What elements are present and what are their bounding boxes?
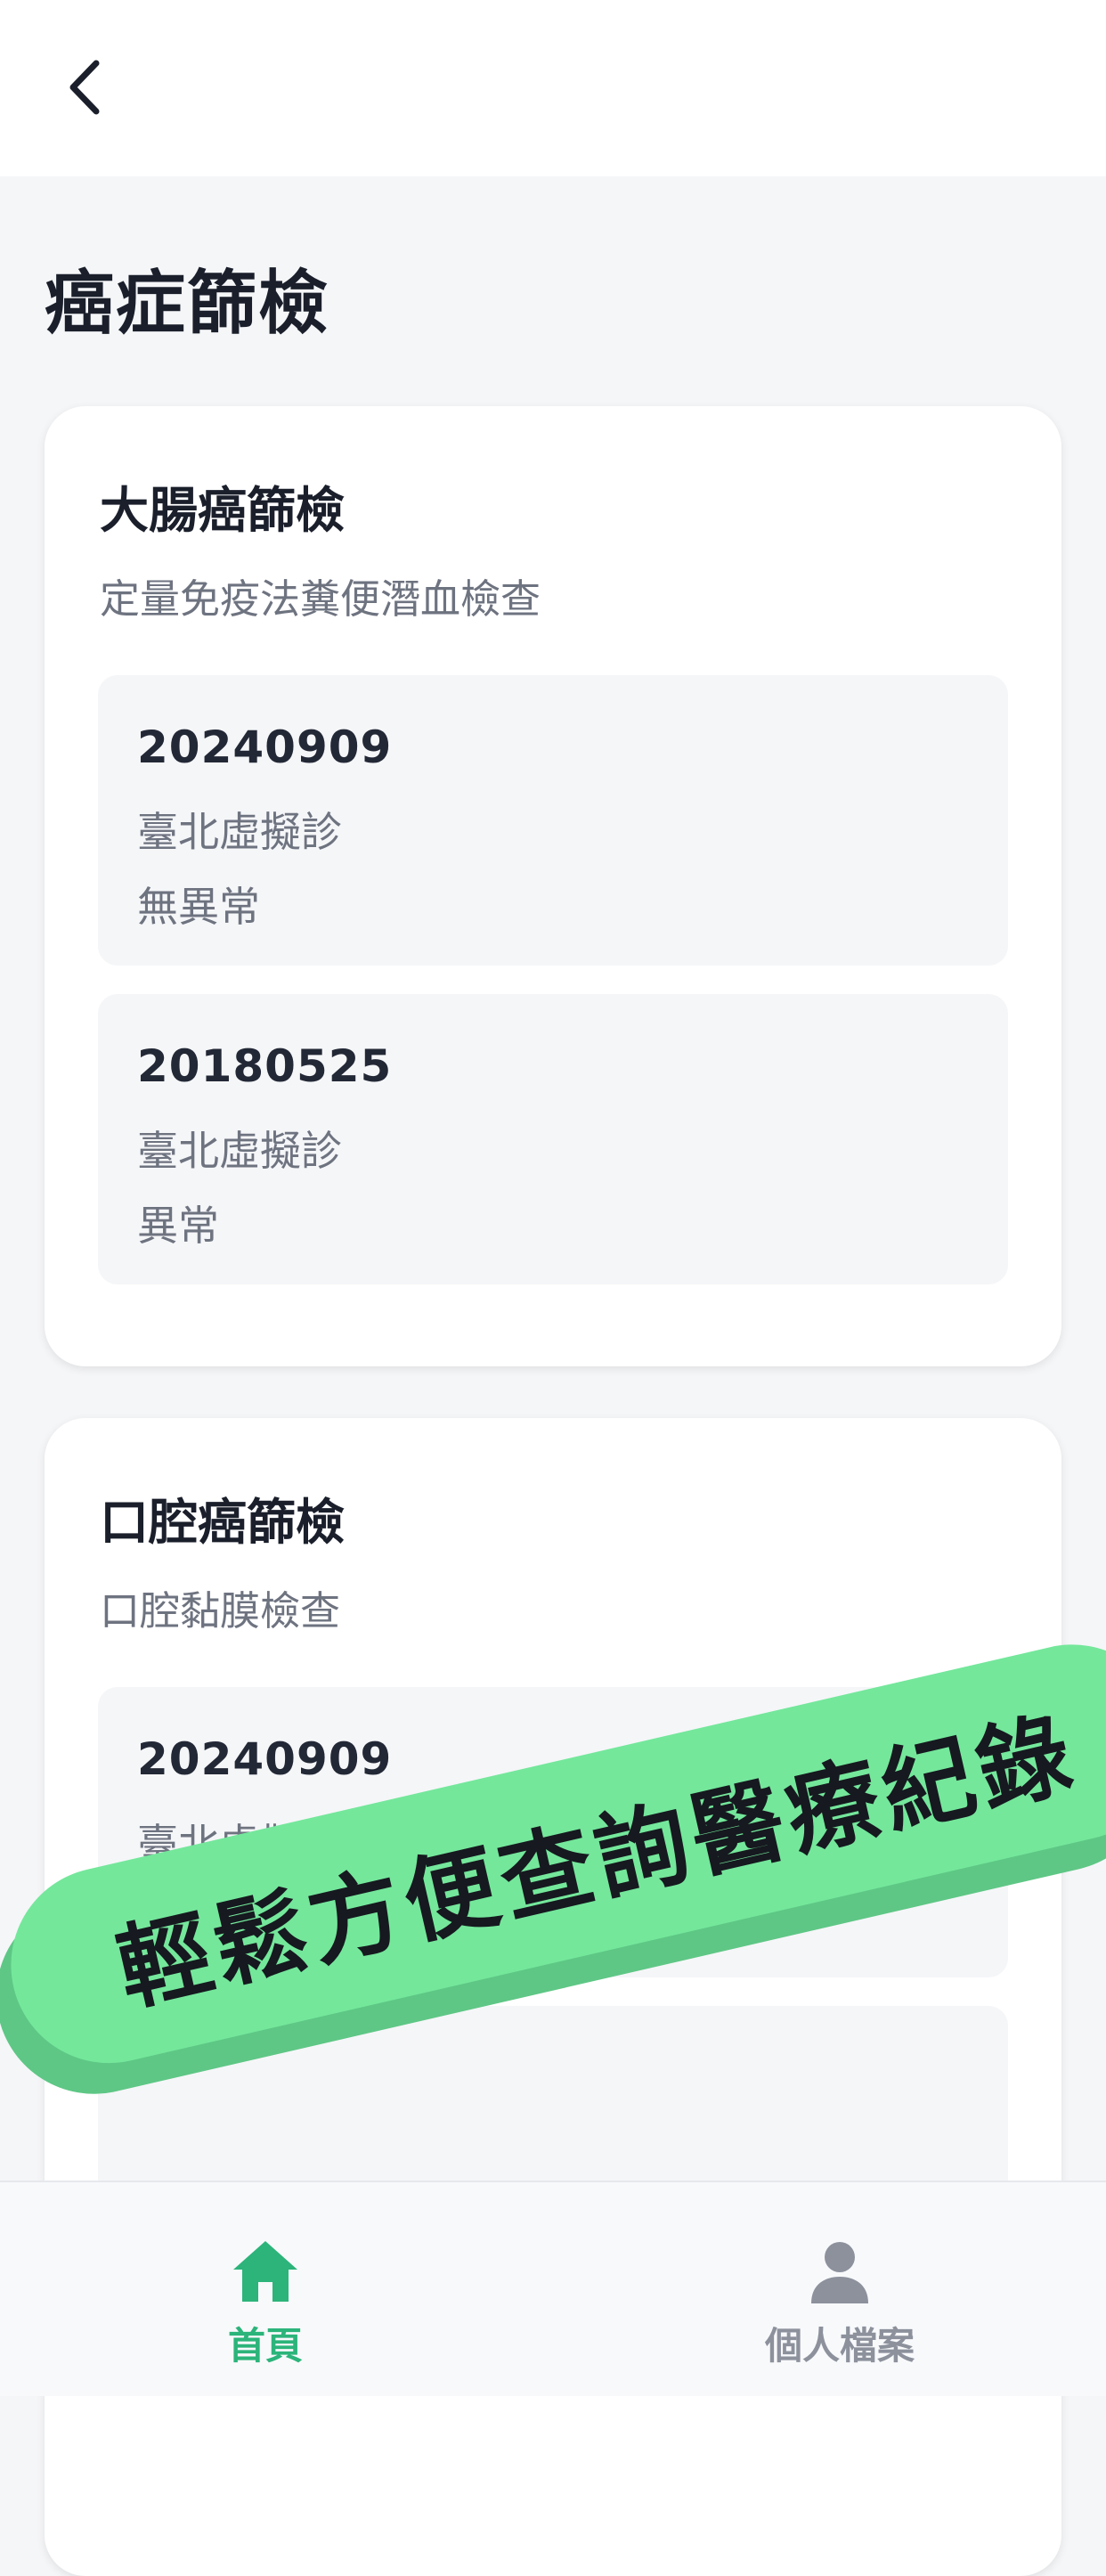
bottom-nav: 首頁 個人檔案 — [0, 2181, 1106, 2396]
nav-profile-label: 個人檔案 — [764, 2324, 915, 2368]
record-date: 20240909 — [137, 1733, 393, 1785]
chevron-left-icon — [69, 60, 100, 115]
page-title: 癌症篩檢 — [45, 264, 330, 344]
colorectal-screening-card: 大腸癌篩檢 定量免疫法糞便潛血檢查 20240909 臺北虛擬診 無異常 201… — [45, 406, 1061, 1366]
record-item[interactable]: 20180525 臺北虛擬診 異常 — [98, 994, 1008, 1284]
record-result: 無異常 — [137, 883, 260, 931]
back-button[interactable] — [52, 52, 116, 123]
record-result: 異常 — [137, 1202, 219, 1250]
nav-home[interactable]: 首頁 — [132, 2182, 399, 2396]
card-subtitle: 口腔黏膜檢查 — [100, 1587, 341, 1634]
record-date: 20240909 — [137, 721, 393, 773]
nav-home-label: 首頁 — [227, 2324, 303, 2368]
card-title: 口腔癌篩檢 — [100, 1494, 346, 1551]
nav-profile[interactable]: 個人檔案 — [706, 2182, 973, 2396]
record-clinic: 臺北虛擬診 — [137, 1127, 342, 1175]
person-icon — [811, 2242, 868, 2303]
home-icon — [233, 2241, 297, 2302]
record-item[interactable]: 20240909 臺北虛擬診 無異常 — [98, 675, 1008, 966]
record-clinic: 臺北虛擬診 — [137, 808, 342, 856]
card-subtitle: 定量免疫法糞便潛血檢查 — [100, 575, 541, 623]
record-date: 20180525 — [137, 1040, 393, 1092]
top-bar — [0, 0, 1106, 176]
card-title: 大腸癌篩檢 — [100, 482, 346, 539]
